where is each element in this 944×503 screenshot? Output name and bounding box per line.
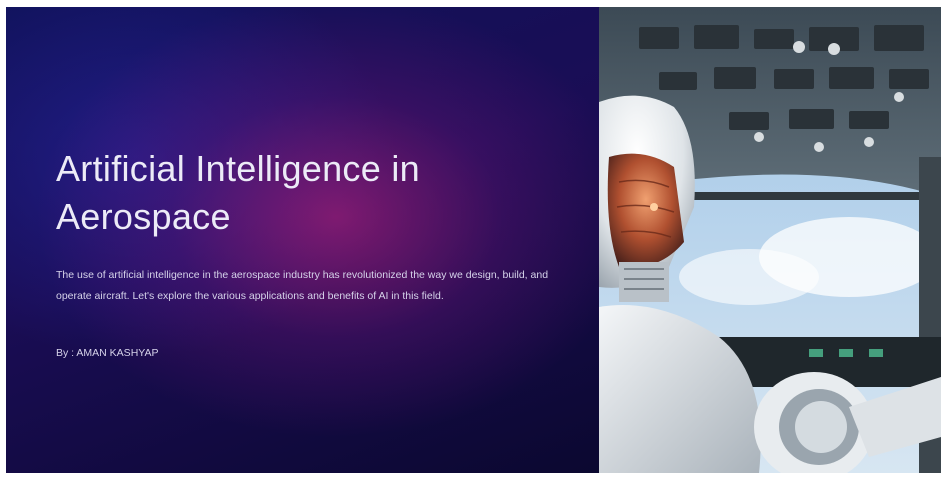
robot-pilot-image: [599, 7, 941, 473]
presentation-slide: Artificial Intelligence in Aerospace The…: [6, 7, 941, 473]
slide-author: By : AMAN KASHYAP: [56, 347, 159, 359]
slide-text-panel: Artificial Intelligence in Aerospace The…: [6, 7, 599, 473]
slide-description: The use of artificial intelligence in th…: [56, 269, 549, 302]
slide-title: Artificial Intelligence in Aerospace: [56, 148, 420, 237]
